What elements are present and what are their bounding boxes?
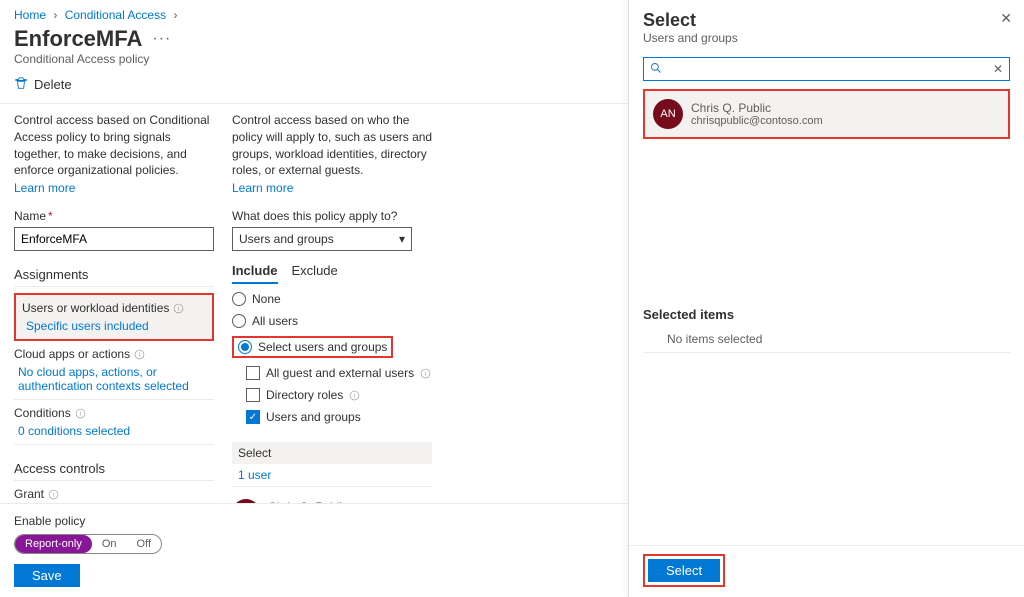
checkbox-label: Users and groups <box>266 410 361 424</box>
svg-text:i: i <box>354 392 355 399</box>
panel-subtitle: Users and groups <box>643 31 1010 45</box>
cloud-apps-title: Cloud apps or actions <box>14 347 130 361</box>
tab-include[interactable]: Include <box>232 263 278 284</box>
page-title: EnforceMFA <box>14 26 142 52</box>
radio-icon <box>238 340 252 354</box>
svg-text:i: i <box>178 305 179 312</box>
enable-policy-label: Enable policy <box>14 514 614 528</box>
apply-to-dropdown[interactable]: Users and groups ▾ <box>232 227 412 251</box>
search-icon <box>650 62 662 77</box>
breadcrumb-home[interactable]: Home <box>14 8 46 22</box>
conditions-section[interactable]: Conditions i 0 conditions selected <box>14 400 214 445</box>
checkbox-label: All guest and external users <box>266 366 414 380</box>
chevron-down-icon: ▾ <box>399 232 405 246</box>
checkbox-users-groups[interactable]: ✓ Users and groups <box>246 410 442 424</box>
delete-label: Delete <box>34 77 72 92</box>
breadcrumb-conditional-access[interactable]: Conditional Access <box>65 8 166 22</box>
result-name: Chris Q. Public <box>691 101 823 115</box>
radio-label: All users <box>252 314 298 328</box>
svg-text:i: i <box>53 491 54 498</box>
info-icon[interactable]: i <box>134 349 145 360</box>
info-icon[interactable]: i <box>173 303 184 314</box>
checkbox-icon: ✓ <box>246 410 260 424</box>
cloud-apps-subtext[interactable]: No cloud apps, actions, or authenticatio… <box>14 361 214 393</box>
checkbox-directory-roles[interactable]: Directory roles i <box>246 388 442 402</box>
info-icon[interactable]: i <box>48 489 59 500</box>
svg-text:i: i <box>139 351 140 358</box>
info-icon[interactable]: i <box>349 390 360 401</box>
delete-button[interactable]: Delete <box>14 76 72 93</box>
info-icon[interactable]: i <box>75 408 86 419</box>
select-header: Select <box>232 442 432 464</box>
users-workload-identities-section[interactable]: Users or workload identities i Specific … <box>14 293 214 341</box>
radio-label: None <box>252 292 281 306</box>
policy-description: Control access based on Conditional Acce… <box>14 112 214 179</box>
info-icon[interactable]: i <box>420 368 431 379</box>
checkbox-guest-external[interactable]: All guest and external users i <box>246 366 442 380</box>
apply-to-label: What does this policy apply to? <box>232 209 442 223</box>
clear-search-icon[interactable]: ✕ <box>993 62 1003 76</box>
toggle-report-only[interactable]: Report-only <box>15 535 92 553</box>
checkbox-icon <box>246 388 260 402</box>
radio-none[interactable]: None <box>232 292 442 306</box>
radio-all-users[interactable]: All users <box>232 314 442 328</box>
search-input[interactable] <box>668 62 987 76</box>
panel-title: Select <box>643 10 1010 31</box>
toggle-on[interactable]: On <box>92 535 127 553</box>
more-actions-button[interactable]: ··· <box>152 31 171 47</box>
learn-more-link[interactable]: Learn more <box>232 181 293 195</box>
conditions-subtext[interactable]: 0 conditions selected <box>14 420 214 438</box>
grant-title: Grant <box>14 487 44 501</box>
users-subtext[interactable]: Specific users included <box>22 315 206 333</box>
select-users-link[interactable]: 1 user <box>232 464 432 487</box>
svg-text:i: i <box>425 370 426 377</box>
name-label: Name* <box>14 209 214 223</box>
chevron-right-icon: › <box>53 8 57 22</box>
search-result-row[interactable]: AN Chris Q. Public chrisqpublic@contoso.… <box>643 89 1010 139</box>
radio-icon <box>232 314 246 328</box>
selected-items-heading: Selected items <box>629 307 1024 322</box>
checkbox-icon <box>246 366 260 380</box>
tab-exclude[interactable]: Exclude <box>292 263 338 284</box>
enable-policy-toggle[interactable]: Report-only On Off <box>14 534 162 554</box>
svg-text:i: i <box>80 410 81 417</box>
toggle-off[interactable]: Off <box>127 535 161 553</box>
select-panel: Select Users and groups ✕ ✕ AN Chris Q. … <box>628 0 1024 597</box>
save-button[interactable]: Save <box>14 564 80 587</box>
search-box[interactable]: ✕ <box>643 57 1010 81</box>
conditions-title: Conditions <box>14 406 71 420</box>
radio-label: Select users and groups <box>258 340 387 354</box>
result-email: chrisqpublic@contoso.com <box>691 115 823 127</box>
radio-select-users-groups[interactable]: Select users and groups <box>232 336 442 358</box>
chevron-right-icon: › <box>173 8 177 22</box>
select-button[interactable]: Select <box>648 559 720 582</box>
assignments-heading: Assignments <box>14 267 214 287</box>
avatar: AN <box>653 99 683 129</box>
checkbox-label: Directory roles <box>266 388 343 402</box>
mid-description: Control access based on who the policy w… <box>232 112 442 179</box>
learn-more-link[interactable]: Learn more <box>14 181 75 195</box>
cloud-apps-section[interactable]: Cloud apps or actions i No cloud apps, a… <box>14 341 214 400</box>
dropdown-value: Users and groups <box>239 232 334 246</box>
users-title: Users or workload identities <box>22 301 169 315</box>
no-items-text: No items selected <box>643 326 1010 353</box>
trash-icon <box>14 76 28 93</box>
access-controls-heading: Access controls <box>14 461 214 481</box>
close-icon[interactable]: ✕ <box>1000 10 1012 27</box>
include-exclude-tabs: Include Exclude <box>232 263 442 284</box>
bottom-bar: Enable policy Report-only On Off Save <box>0 503 628 597</box>
name-input[interactable] <box>14 227 214 251</box>
radio-icon <box>232 292 246 306</box>
